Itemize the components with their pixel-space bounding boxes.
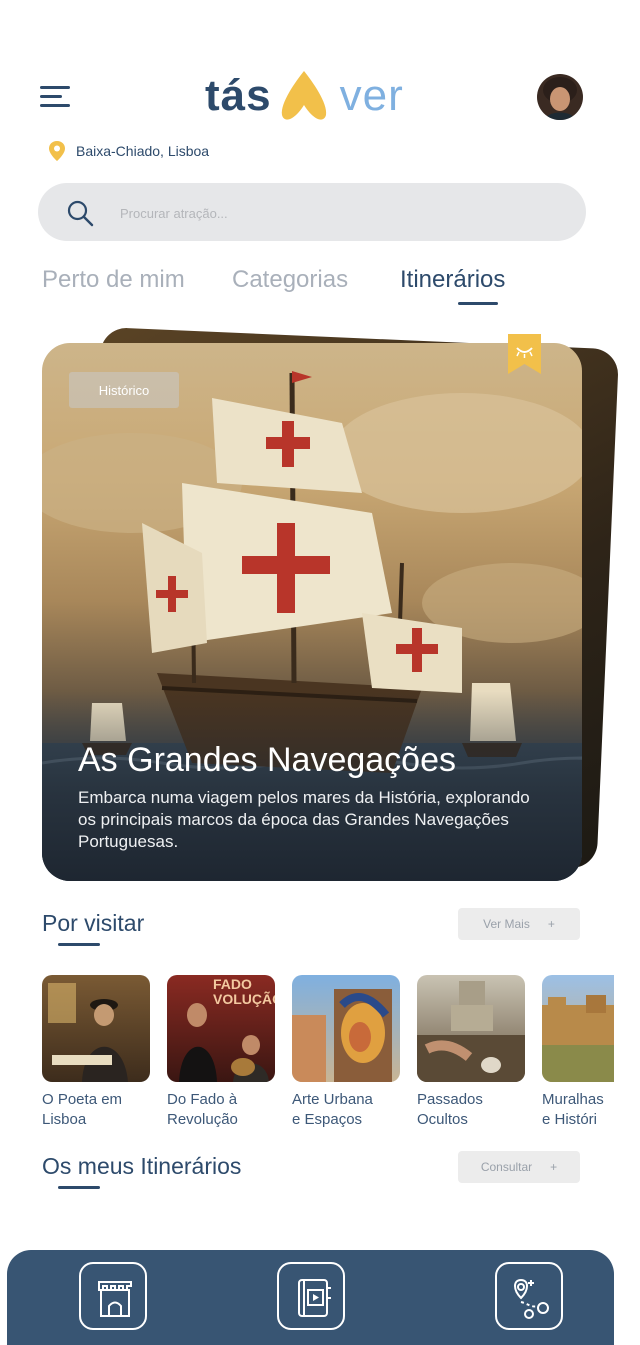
bookmark-icon[interactable] <box>508 334 541 374</box>
hidden-pasts-image <box>417 975 525 1082</box>
featured-title: As Grandes Navegações <box>78 741 456 779</box>
photo-album-icon <box>298 1279 331 1317</box>
castle-icon <box>98 1281 132 1317</box>
app-header: tás ver <box>0 60 640 130</box>
tab-itineraries[interactable]: Itinerários <box>400 266 505 294</box>
location-pin-icon <box>49 141 65 161</box>
nav-routes-button[interactable] <box>495 1262 563 1330</box>
nav-album-button[interactable] <box>277 1262 345 1330</box>
my-itineraries-underline <box>58 1186 100 1189</box>
search-bar[interactable] <box>38 183 586 241</box>
logo-text-part1: tás <box>205 71 272 120</box>
consult-label: Consultar <box>480 1160 533 1174</box>
to-visit-underline <box>58 943 100 946</box>
itinerary-card-fado[interactable]: FADO VOLUÇÃO Do Fado à Revolução <box>167 975 275 1130</box>
featured-description: Embarca numa viagem pelos mares da Histó… <box>78 788 530 851</box>
see-more-button[interactable]: Ver Mais + <box>458 908 580 940</box>
location-text: Baixa-Chiado, Lisboa <box>76 143 210 159</box>
plus-icon: + <box>547 917 555 931</box>
menu-icon[interactable] <box>40 82 74 110</box>
itinerary-label: O Poeta em Lisboa <box>42 1091 123 1128</box>
tab-near-me[interactable]: Perto de mim <box>42 266 185 294</box>
to-visit-title: Por visitar <box>42 910 145 936</box>
bottom-navigation <box>7 1250 614 1345</box>
itinerary-card-poet[interactable]: O Poeta em Lisboa <box>42 975 150 1130</box>
consult-button[interactable]: Consultar + <box>458 1151 580 1183</box>
itinerary-label: Arte Urbana e Espaços <box>292 1091 373 1128</box>
logo-mark-icon <box>281 71 326 120</box>
search-input[interactable] <box>120 199 560 227</box>
street-art-image <box>292 975 400 1082</box>
itinerary-card-hidden-pasts[interactable]: Passados Ocultos <box>417 975 525 1130</box>
itinerary-label: Passados Ocultos <box>417 1091 483 1128</box>
current-location[interactable]: Baixa-Chiado, Lisboa <box>48 140 209 162</box>
itinerary-label: Do Fado à Revolução <box>167 1091 238 1128</box>
plus-icon: + <box>550 1160 558 1174</box>
tab-bar: Perto de mim Categorias Itinerários <box>42 266 602 310</box>
active-tab-indicator <box>458 302 498 305</box>
nav-monuments-button[interactable] <box>79 1262 147 1330</box>
itinerary-card-street-art[interactable]: Arte Urbana e Espaços <box>292 975 400 1130</box>
app-logo: tás ver <box>205 66 404 126</box>
logo-text-part2: ver <box>339 71 404 120</box>
fado-image: FADO VOLUÇÃO <box>167 975 275 1082</box>
category-badge: Histórico <box>69 372 179 408</box>
featured-itinerary-card[interactable]: Histórico As Grandes Navegações Embarca … <box>42 343 582 881</box>
see-more-label: Ver Mais <box>483 917 530 931</box>
to-visit-carousel[interactable]: O Poeta em Lisboa FADO VOLUÇÃO Do Fado à… <box>42 975 614 1135</box>
fado-poster-text: FADO VOLUÇÃO <box>213 976 275 1007</box>
itinerary-card-walls[interactable]: Muralhas e Históri <box>542 975 614 1130</box>
avatar[interactable] <box>537 74 583 120</box>
my-itineraries-title: Os meus Itinerários <box>42 1153 242 1179</box>
itinerary-label: Muralhas e Históri <box>542 1091 604 1128</box>
profile-photo <box>543 77 577 120</box>
tab-categories[interactable]: Categorias <box>232 266 348 294</box>
search-icon <box>67 200 94 227</box>
poet-image <box>42 975 150 1082</box>
route-map-icon <box>514 1278 549 1319</box>
walls-image <box>542 975 614 1082</box>
